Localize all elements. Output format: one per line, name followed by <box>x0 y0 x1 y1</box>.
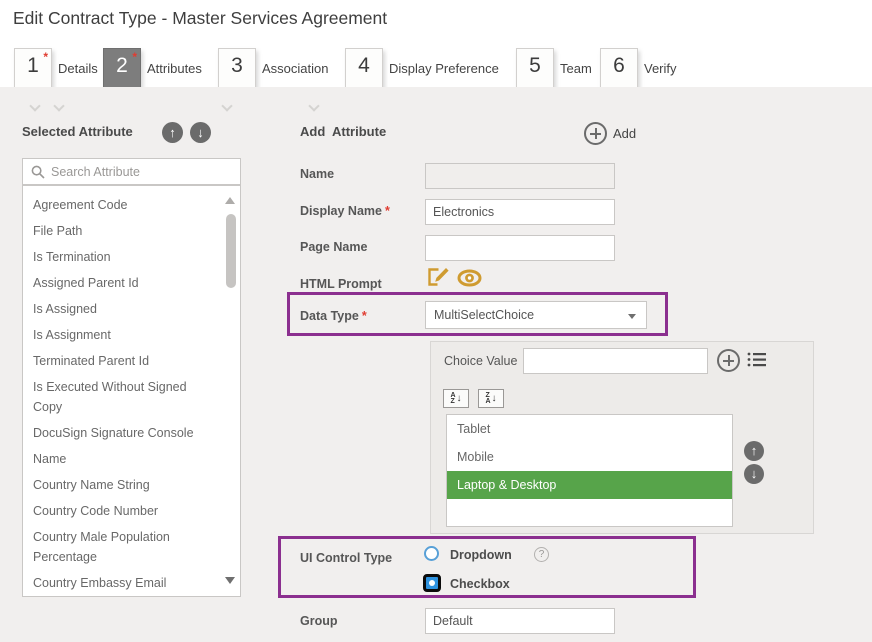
dropdown-caret-icon <box>628 314 636 319</box>
name-label: Name <box>300 167 334 181</box>
data-type-label: Data Type* <box>300 309 367 323</box>
page-title: Edit Contract Type - Master Services Agr… <box>13 8 387 29</box>
list-item[interactable]: Is Executed Without Signed Copy <box>23 377 205 417</box>
list-item[interactable]: DocuSign Signature Console <box>23 423 205 443</box>
list-item[interactable]: Country Male Population Percentage <box>23 527 205 567</box>
required-asterisk: * <box>385 204 390 218</box>
scrollbar-thumb[interactable] <box>226 214 236 288</box>
display-name-label: Display Name* <box>300 204 390 218</box>
choice-list-icon[interactable] <box>747 351 767 373</box>
checkbox-option-label[interactable]: Checkbox <box>450 577 510 591</box>
list-item[interactable]: Country Embassy Email <box>23 573 205 593</box>
scrollbar-up-arrow-icon[interactable] <box>225 197 235 204</box>
list-item[interactable]: Agreement Code <box>23 195 205 215</box>
add-choice-plus-icon[interactable] <box>717 349 740 372</box>
dropdown-option-label[interactable]: Dropdown <box>450 548 512 562</box>
move-choice-up-button[interactable] <box>744 441 764 461</box>
choice-option-list: Tablet Mobile Laptop & Desktop <box>446 414 733 527</box>
move-attribute-down-button[interactable] <box>190 122 211 143</box>
search-attribute-input[interactable] <box>51 165 240 179</box>
step-label-details[interactable]: Details <box>58 61 98 76</box>
display-name-field[interactable] <box>425 199 615 225</box>
scrollbar-down-arrow-icon[interactable] <box>225 577 235 584</box>
move-attribute-up-button[interactable] <box>162 122 183 143</box>
choice-value-input[interactable] <box>523 348 708 374</box>
name-field[interactable] <box>425 163 615 189</box>
attribute-search-box <box>22 158 241 185</box>
page-name-field[interactable] <box>425 235 615 261</box>
search-icon <box>31 165 45 179</box>
selected-attribute-list: Agreement Code File Path Is Termination … <box>22 185 241 597</box>
sort-down-arrow-icon: ↓ <box>492 393 497 404</box>
step-label-display-preference[interactable]: Display Preference <box>389 61 499 76</box>
sort-ascending-button[interactable]: AZ ↓ <box>443 389 469 408</box>
step-label-attributes[interactable]: Attributes <box>147 61 202 76</box>
add-attribute-header: Add Attribute <box>300 124 386 139</box>
step-label-association[interactable]: Association <box>262 61 328 76</box>
list-item[interactable]: Is Assigned <box>23 299 205 319</box>
add-attribute-button[interactable]: Add <box>613 126 636 141</box>
required-asterisk: * <box>362 309 367 323</box>
list-item[interactable]: File Path <box>23 221 205 241</box>
add-attribute-plus-icon[interactable] <box>584 122 607 145</box>
list-item[interactable]: Is Assignment <box>23 325 205 345</box>
dropdown-radio[interactable] <box>424 546 439 561</box>
selected-attribute-header: Selected Attribute <box>22 124 133 139</box>
html-prompt-label: HTML Prompt <box>300 277 382 291</box>
list-item[interactable]: Terminated Parent Id <box>23 351 205 371</box>
step-label-verify[interactable]: Verify <box>644 61 677 76</box>
choice-value-label: Choice Value <box>444 354 517 368</box>
sort-down-arrow-icon: ↓ <box>457 393 462 404</box>
required-asterisk: * <box>43 50 48 64</box>
edit-contract-type-page: Edit Contract Type - Master Services Agr… <box>0 0 872 642</box>
list-item[interactable]: Assigned Parent Id <box>23 273 205 293</box>
move-choice-down-button[interactable] <box>744 464 764 484</box>
ui-control-type-label: UI Control Type <box>300 551 392 565</box>
group-field[interactable] <box>425 608 615 634</box>
choice-option[interactable]: Tablet <box>447 415 732 443</box>
sort-descending-button[interactable]: ZA ↓ <box>478 389 504 408</box>
preview-eye-icon[interactable] <box>456 269 483 292</box>
step-label-team[interactable]: Team <box>560 61 592 76</box>
list-item[interactable]: Country Code Number <box>23 501 205 521</box>
help-icon[interactable]: ? <box>534 547 549 562</box>
list-item[interactable]: Is Termination <box>23 247 205 267</box>
edit-html-prompt-icon[interactable] <box>425 266 450 293</box>
choice-option[interactable]: Mobile <box>447 443 732 471</box>
checkbox-radio-selected[interactable] <box>423 574 441 592</box>
data-type-dropdown[interactable]: MultiSelectChoice <box>425 301 647 329</box>
choice-option-empty <box>447 499 732 527</box>
choice-value-panel: Choice Value AZ ↓ ZA ↓ Tablet Mobile Lap… <box>430 341 814 534</box>
list-item[interactable]: Name <box>23 449 205 469</box>
choice-option-selected[interactable]: Laptop & Desktop <box>447 471 732 499</box>
group-label: Group <box>300 614 338 628</box>
list-item[interactable]: Country Name String <box>23 475 205 495</box>
page-name-label: Page Name <box>300 240 367 254</box>
required-asterisk: * <box>132 50 137 64</box>
